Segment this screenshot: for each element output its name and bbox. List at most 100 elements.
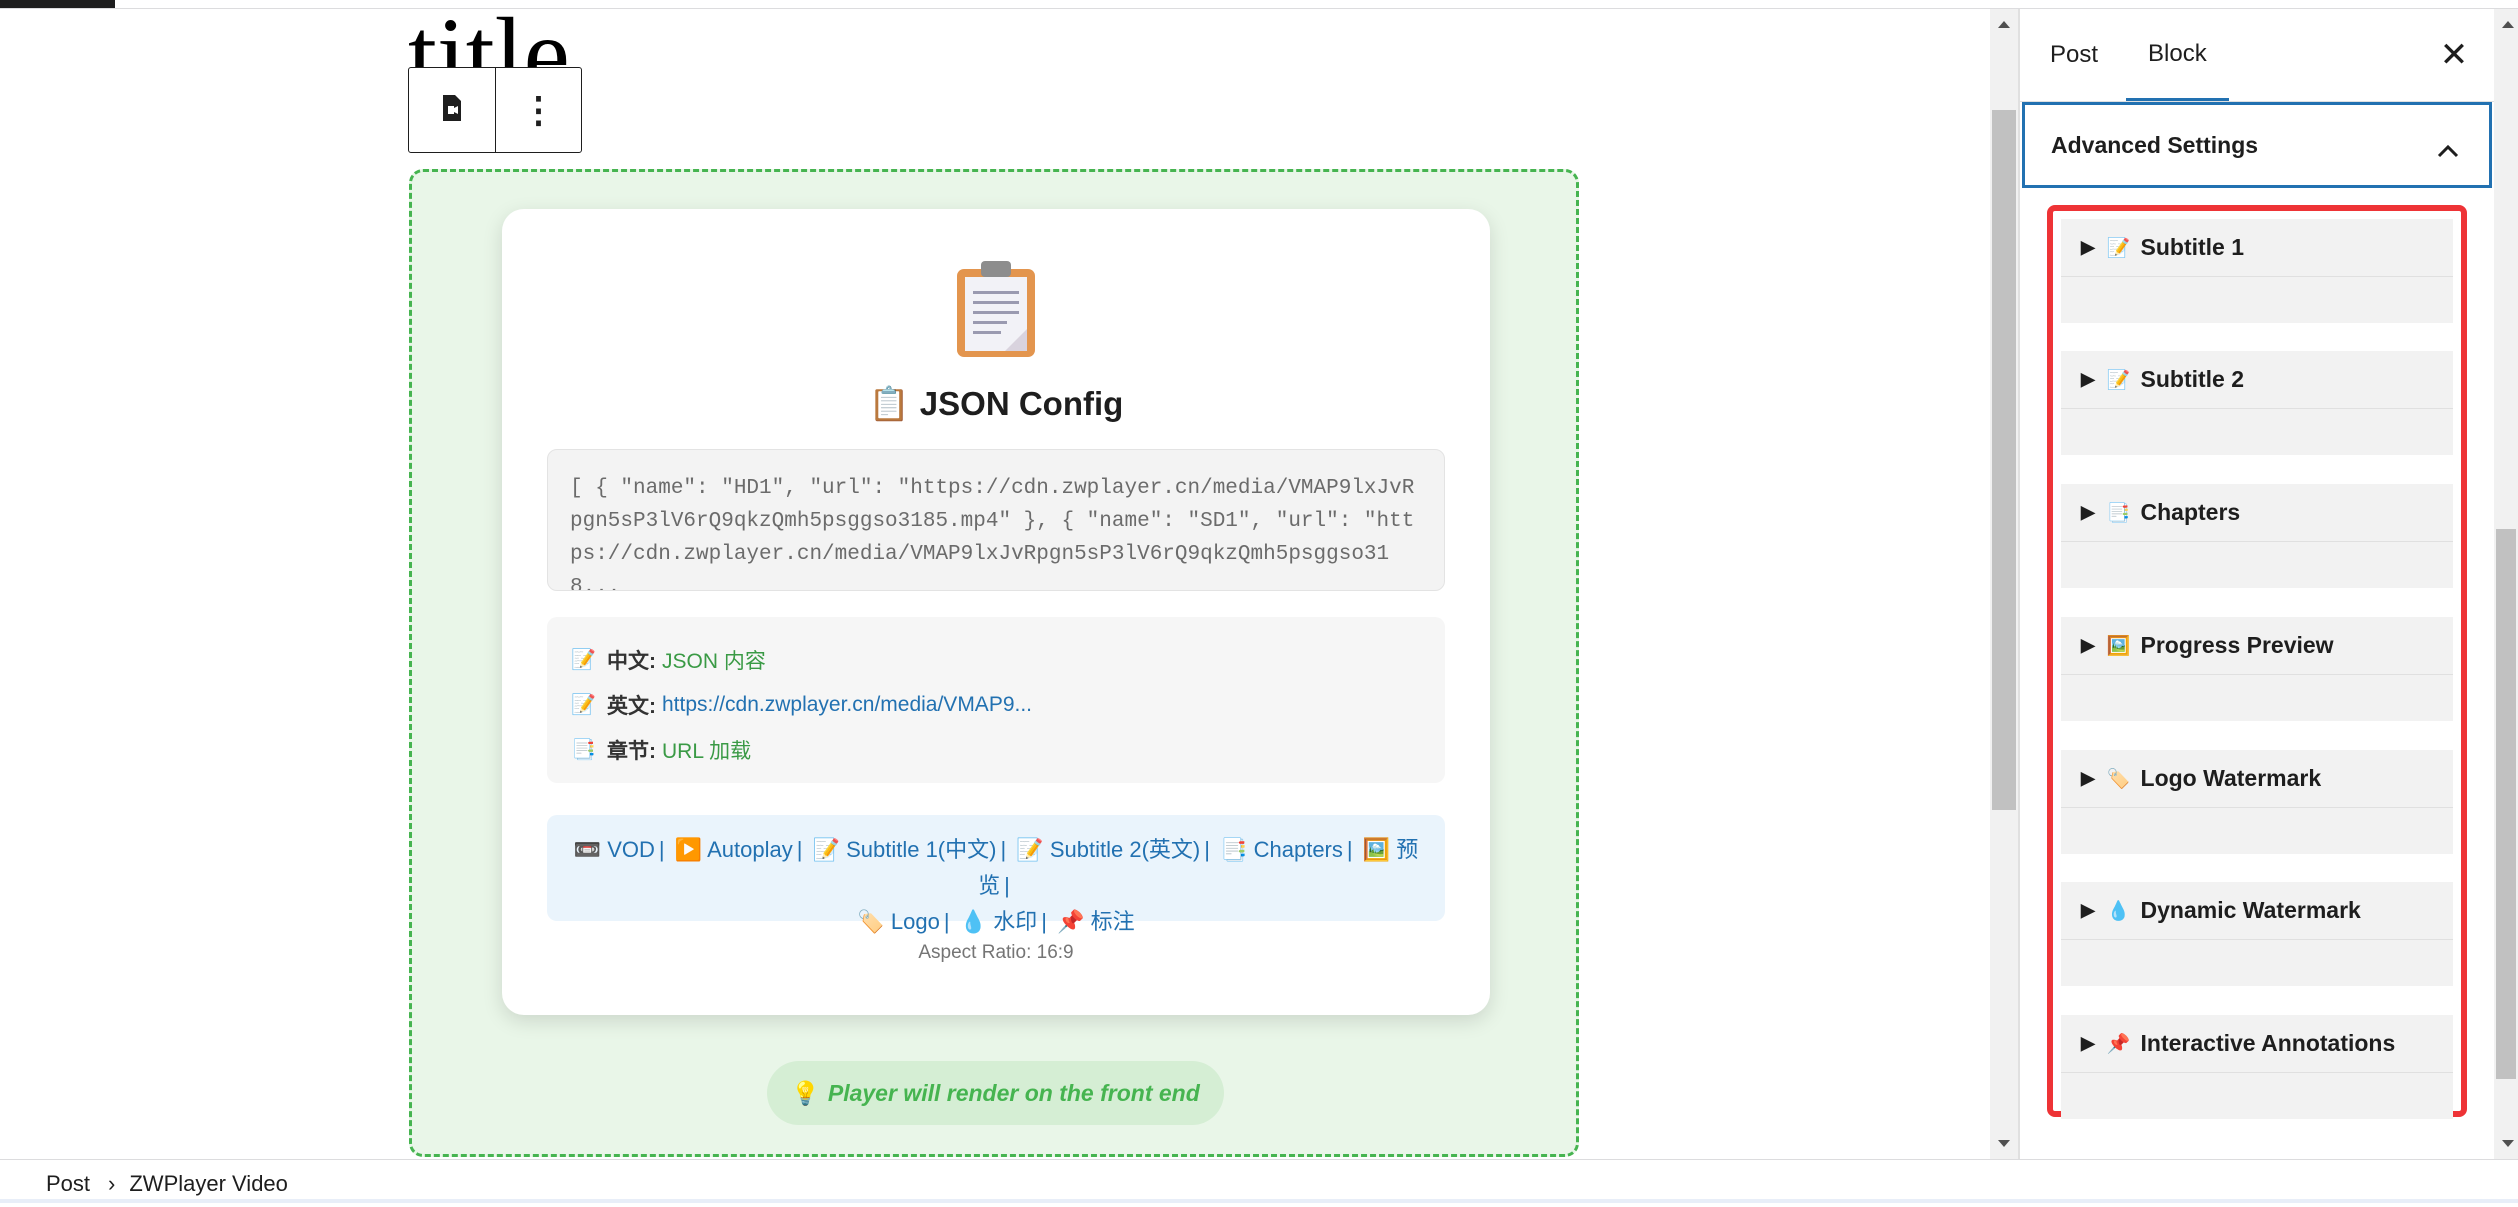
droplet-icon: 💧 — [2106, 900, 2131, 922]
bookmark-tabs-icon: 📑 — [1220, 837, 1248, 862]
caret-right-icon: ▶ — [2081, 1033, 2095, 1053]
panel-label: Dynamic Watermark — [2140, 897, 2361, 923]
block-toolbar: ⋮ — [408, 67, 582, 153]
clipboard-icon — [955, 259, 1037, 364]
panel-label: Progress Preview — [2140, 632, 2334, 658]
info-label: 中文: — [607, 649, 656, 673]
memo-icon: 📝 — [571, 694, 596, 716]
panel-subtitle-2[interactable]: ▶ 📝 Subtitle 2 — [2061, 351, 2453, 455]
render-notice: 💡 Player will render on the front end — [767, 1061, 1224, 1125]
panel-label: Interactive Annotations — [2140, 1030, 2396, 1056]
caret-right-icon: ▶ — [2081, 768, 2095, 788]
card-title: 📋 JSON Config — [502, 385, 1490, 424]
chevron-up-icon — [2437, 137, 2459, 164]
panel-label: Chapters — [2140, 499, 2241, 525]
breadcrumb-post[interactable]: Post — [46, 1171, 90, 1197]
chevron-right-icon: › — [108, 1170, 116, 1196]
top-bar-accent — [0, 0, 115, 8]
panel-header[interactable]: ▶ 📝 Subtitle 1 — [2061, 219, 2453, 277]
pushpin-icon: 📌 — [2106, 1033, 2131, 1055]
panel-header[interactable]: ▶ 🖼️ Progress Preview — [2061, 617, 2453, 675]
feature-links: 📼 VOD | ▶️ Autoplay | 📝 Subtitle 1(中文) | 📝 … — [547, 815, 1445, 934]
panel-header[interactable]: ▶ 📑 Chapters — [2061, 484, 2453, 542]
advanced-panels: ▶ 📝 Subtitle 1 ▶ 📝 Subtitle 2 ▶ 📑 Chapters ▶ 🖼️… — [2047, 205, 2467, 1119]
panel-dynamic-watermark[interactable]: ▶ 💧 Dynamic Watermark — [2061, 882, 2453, 986]
info-row-chinese: 📝 中文: JSON 内容 — [571, 637, 1421, 682]
memo-icon: 📝 — [2106, 237, 2131, 259]
json-config-card: 📋 JSON Config [ { "name": "HD1", "url": "… — [502, 209, 1490, 1015]
close-icon[interactable]: ✕ — [2434, 35, 2474, 75]
label-icon: 🏷️ — [857, 909, 885, 934]
play-icon: ▶️ — [674, 837, 703, 862]
memo-icon: 📝 — [1016, 837, 1044, 862]
footer-accent-line — [0, 1199, 2518, 1203]
feature-link-annotation[interactable]: 标注 — [1091, 909, 1135, 934]
memo-icon: 📝 — [571, 649, 596, 671]
feature-link-chapters[interactable]: Chapters — [1254, 837, 1343, 862]
panel-label: Subtitle 1 — [2140, 234, 2245, 260]
panel-chapters[interactable]: ▶ 📑 Chapters — [2061, 484, 2453, 588]
vod-icon: 📼 — [573, 837, 602, 862]
scroll-up-icon[interactable] — [2502, 21, 2514, 28]
caret-right-icon: ▶ — [2081, 369, 2095, 389]
sidebar-scrollbar[interactable] — [2494, 9, 2518, 1159]
feature-link-vod[interactable]: VOD — [607, 837, 655, 862]
advanced-settings-toggle[interactable]: Advanced Settings — [2022, 102, 2492, 188]
canvas-scrollbar[interactable] — [1990, 9, 2018, 1159]
aspect-ratio: Aspect Ratio: 16:9 — [918, 942, 1074, 963]
tab-post[interactable]: Post — [2050, 9, 2098, 101]
settings-sidebar: Post Block ✕ Advanced Settings ▶ 📝 Subtitl… — [2020, 9, 2494, 1159]
json-preview: [ { "name": "HD1", "url": "https://cdn.z… — [547, 449, 1445, 591]
zwplayer-video-block[interactable]: 📋 JSON Config [ { "name": "HD1", "url": "… — [409, 169, 1579, 1157]
panel-header[interactable]: ▶ 💧 Dynamic Watermark — [2061, 882, 2453, 940]
sidebar-tabs: Post Block ✕ — [2020, 9, 2494, 102]
droplet-icon: 💧 — [959, 909, 988, 934]
feature-link-logo[interactable]: Logo — [891, 909, 940, 934]
picture-icon: 🖼️ — [2106, 635, 2131, 657]
clipboard-title-icon: 📋 — [868, 385, 910, 422]
info-value: JSON 内容 — [662, 649, 766, 673]
panel-header[interactable]: ▶ 📌 Interactive Annotations — [2061, 1015, 2453, 1073]
picture-icon: 🖼️ — [1362, 837, 1391, 862]
more-vertical-icon: ⋮ — [520, 89, 557, 130]
bookmark-tabs-icon: 📑 — [2106, 502, 2131, 524]
canvas-scroll-thumb[interactable] — [1992, 110, 2016, 810]
block-type-button[interactable] — [409, 68, 495, 152]
feature-link-autoplay[interactable]: Autoplay — [707, 837, 793, 862]
breadcrumb-block[interactable]: ZWPlayer Video — [129, 1171, 288, 1197]
info-link[interactable]: https://cdn.zwplayer.cn/media/VMAP9... — [662, 693, 1032, 717]
caret-right-icon: ▶ — [2081, 502, 2095, 522]
panel-subtitle-1[interactable]: ▶ 📝 Subtitle 1 — [2061, 219, 2453, 323]
top-bar — [0, 0, 2518, 9]
scroll-down-icon[interactable] — [1998, 1140, 2010, 1147]
info-label: 英文: — [607, 694, 656, 718]
panel-logo-watermark[interactable]: ▶ 🏷️ Logo Watermark — [2061, 750, 2453, 854]
pushpin-icon: 📌 — [1057, 909, 1085, 934]
light-bulb-icon: 💡 — [791, 1079, 820, 1106]
subtitle-info: 📝 中文: JSON 内容 📝 英文: https://cdn.zwplayer… — [547, 617, 1445, 783]
panel-label: Logo Watermark — [2140, 765, 2322, 791]
feature-link-subtitle-1[interactable]: Subtitle 1(中文) — [846, 837, 996, 862]
feature-link-watermark[interactable]: 水印 — [993, 909, 1037, 934]
feature-link-subtitle-2[interactable]: Subtitle 2(英文) — [1050, 837, 1200, 862]
caret-right-icon: ▶ — [2081, 900, 2095, 920]
card-title-text: JSON Config — [919, 385, 1124, 422]
block-options-button[interactable]: ⋮ — [495, 68, 581, 152]
sidebar-scroll-thumb[interactable] — [2496, 529, 2516, 1079]
caret-right-icon: ▶ — [2081, 635, 2095, 655]
panel-header[interactable]: ▶ 🏷️ Logo Watermark — [2061, 750, 2453, 808]
label-icon: 🏷️ — [2106, 768, 2131, 790]
info-value: URL 加载 — [662, 739, 752, 763]
scroll-up-icon[interactable] — [1998, 21, 2010, 28]
info-row-chapters: 📑 章节: URL 加载 — [571, 727, 1421, 772]
panel-header[interactable]: ▶ 📝 Subtitle 2 — [2061, 351, 2453, 409]
info-row-english: 📝 英文: https://cdn.zwplayer.cn/media/VMAP… — [571, 682, 1421, 727]
memo-icon: 📝 — [812, 837, 840, 862]
panel-interactive-annotations[interactable]: ▶ 📌 Interactive Annotations — [2061, 1015, 2453, 1119]
tab-block[interactable]: Block — [2126, 9, 2229, 101]
panel-progress-preview[interactable]: ▶ 🖼️ Progress Preview — [2061, 617, 2453, 721]
advanced-settings-title: Advanced Settings — [2051, 131, 2259, 158]
render-notice-text: Player will render on the front end — [827, 1079, 1200, 1106]
scroll-down-icon[interactable] — [2502, 1140, 2514, 1147]
info-label: 章节: — [607, 739, 656, 763]
